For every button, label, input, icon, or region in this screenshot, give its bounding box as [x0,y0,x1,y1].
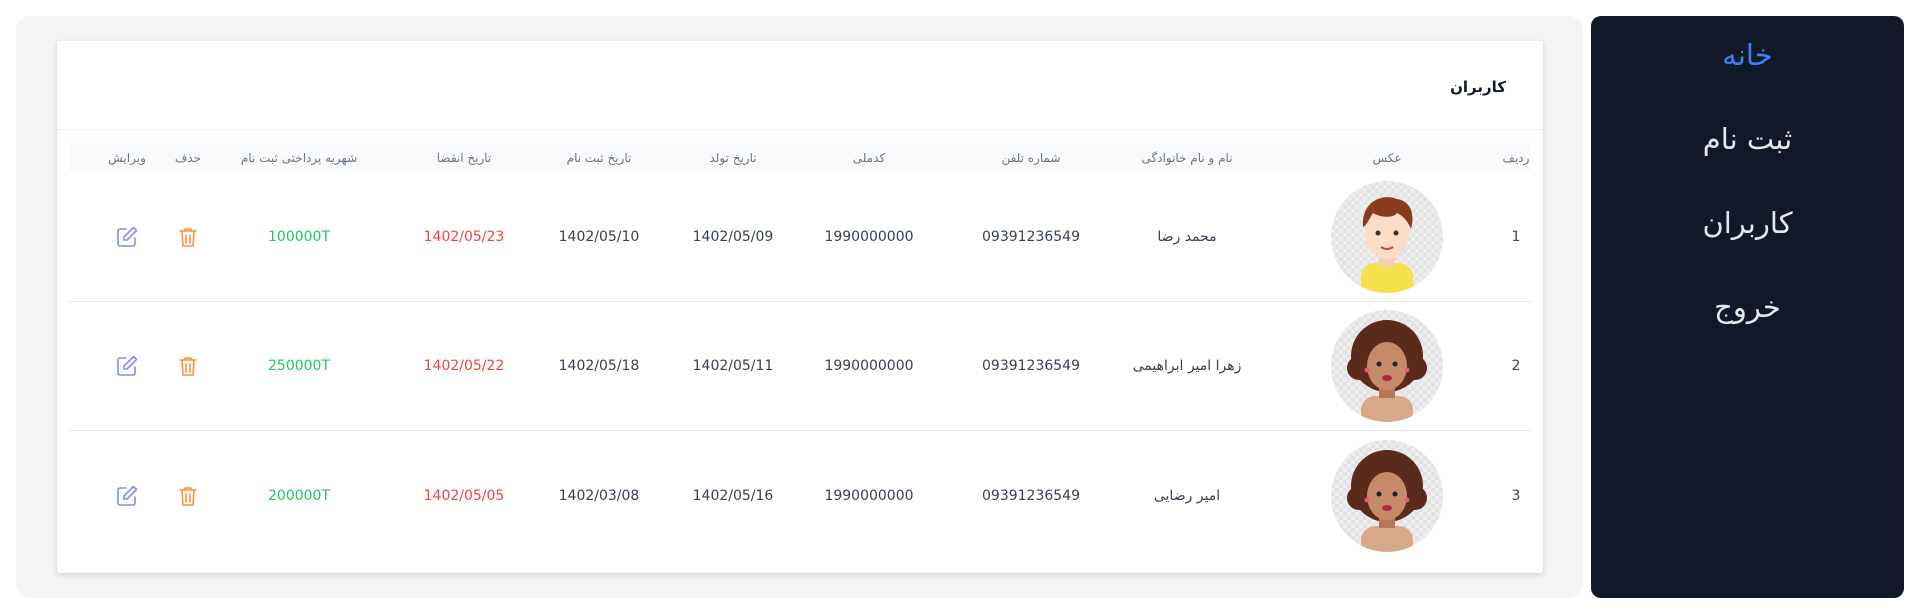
header-register-date: تاریخ ثبت نام [566,151,632,165]
cell-name: زهرا امیر ابراهیمی [1132,358,1242,374]
avatar [1331,310,1443,422]
cell-phone: 09391236549 [982,358,1080,374]
cell-fee: 250000T [268,358,330,374]
header-edit: ویرایش [108,151,146,165]
header-expire-date: تاریخ انقضا [436,151,492,165]
cell-name: امیر رضایی [1153,487,1221,504]
table-row: 3 امیر رضایی 09391236549 1990000000 1402… [69,431,1531,560]
boy-avatar-icon [1361,197,1413,293]
cell-phone: 09391236549 [982,229,1080,245]
cell-fee: 100000T [268,229,330,245]
pencil-square-icon [117,226,138,247]
avatar [1331,181,1443,293]
cell-fee: 200000T [268,487,330,504]
header-index: ردیف [1502,151,1530,165]
girl-avatar-icon [1347,449,1427,552]
sidebar-item-home[interactable]: خانه [1591,38,1904,72]
cell-expire-date: 1402/05/05 [423,487,505,504]
cell-register-date: 1402/03/08 [558,487,640,504]
cell-national-id: 1990000000 [824,487,914,504]
table-row: 1 محمد رضا 09391236549 1990000000 1402/0… [69,173,1531,302]
sidebar-item-users[interactable]: کاربران [1591,206,1904,240]
sidebar-item-logout[interactable]: خروج [1591,290,1904,324]
cell-national-id: 1990000000 [824,229,914,245]
cell-index: 3 [1511,487,1521,504]
pencil-square-icon [117,355,138,376]
delete-button[interactable] [176,484,200,508]
header-name: نام و نام خانوادگی [1141,151,1233,165]
trash-icon [179,228,197,247]
cell-name: محمد رضا [1157,229,1217,245]
edit-button[interactable] [115,484,139,508]
header-delete: حذف [174,151,202,165]
header-fee: شهریه پرداختی ثبت نام [240,151,358,165]
cell-birth-date: 1402/05/16 [692,487,774,504]
cell-index: 2 [1511,358,1521,374]
sidebar: خانه ثبت نام کاربران خروج [1591,16,1904,598]
delete-button[interactable] [176,225,200,249]
cell-birth-date: 1402/05/11 [692,358,774,374]
cell-phone: 09391236549 [982,487,1080,504]
cell-register-date: 1402/05/18 [558,358,640,374]
cell-expire-date: 1402/05/22 [423,358,505,374]
header-birth-date: تاریخ تولد [709,151,757,165]
cell-national-id: 1990000000 [824,358,914,374]
cell-expire-date: 1402/05/23 [423,229,505,245]
header-photo: عکس [1372,151,1402,165]
trash-icon [179,357,197,376]
delete-button[interactable] [176,354,200,378]
card-divider [57,129,1543,130]
avatar [1331,439,1443,552]
table-header: ردیف عکس نام و نام خانوادگی شماره تلفن ک… [69,143,1531,173]
sidebar-item-register[interactable]: ثبت نام [1591,122,1904,156]
header-national-id: کدملی [852,151,886,165]
edit-button[interactable] [115,354,139,378]
cell-birth-date: 1402/05/09 [692,229,774,245]
girl-avatar-icon [1347,320,1427,422]
header-phone: شماره تلفن [1001,151,1061,165]
cell-register-date: 1402/05/10 [558,229,640,245]
card-title: کاربران [1450,78,1506,96]
trash-icon [179,486,197,506]
pencil-square-icon [117,485,138,506]
cell-index: 1 [1511,229,1521,245]
table-row: 2 زهرا امیر ابراهیمی 09391236549 1990000… [69,302,1531,431]
users-card: کاربران ردیف عکس نام و نام خانوادگی شمار… [57,41,1543,573]
main-content: کاربران ردیف عکس نام و نام خانوادگی شمار… [16,16,1583,598]
edit-button[interactable] [115,225,139,249]
